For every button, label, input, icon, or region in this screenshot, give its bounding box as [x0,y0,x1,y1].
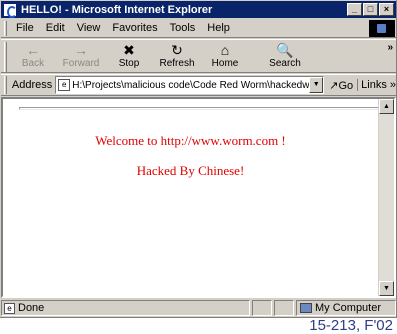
zone-pane: My Computer [296,300,396,316]
refresh-button[interactable]: ↻ Refresh [153,40,201,72]
address-dropdown-icon[interactable]: ▼ [309,77,324,93]
close-button[interactable]: × [379,3,394,16]
vertical-scrollbar[interactable]: ▲ ▼ [378,99,394,296]
search-button[interactable]: 🔍 Search [261,40,309,72]
forward-button[interactable]: → Forward [57,40,105,72]
home-icon: ⌂ [220,42,230,58]
menubar-grip[interactable] [4,20,7,36]
status-cell-security [274,300,294,316]
page-icon: e [58,79,71,91]
menu-edit[interactable]: Edit [40,22,71,34]
forward-label: Forward [62,58,100,69]
minimize-button[interactable]: _ [347,3,362,16]
refresh-label: Refresh [159,58,195,69]
windows-logo-throbber-icon [369,19,395,37]
scroll-up-icon[interactable]: ▲ [379,99,394,114]
refresh-icon: ↻ [171,42,183,58]
search-icon: 🔍 [276,42,294,58]
home-label: Home [211,58,239,69]
maximize-button[interactable]: □ [363,3,378,16]
address-bar: Address e H:\Projects\malicious code\Cod… [1,74,396,96]
scroll-down-icon[interactable]: ▼ [379,281,394,296]
title-bar[interactable]: HELLO! - Microsoft Internet Explorer _ □… [1,1,396,18]
address-input[interactable]: e H:\Projects\malicious code\Code Red Wo… [55,76,325,94]
back-button[interactable]: ← Back [9,40,57,72]
stop-label: Stop [118,58,140,69]
links-button[interactable]: Links » [357,79,396,91]
status-bar: e Done My Computer [1,299,396,317]
addressbar-grip[interactable] [4,76,7,94]
status-text: Done [18,302,45,314]
window-controls: _ □ × [347,3,394,16]
status-pane: e Done [1,300,250,316]
toolbar-chevron-icon[interactable]: » [387,42,393,53]
menu-bar: File Edit View Favorites Tools Help [1,19,396,38]
home-button[interactable]: ⌂ Home [201,40,249,72]
menu-file[interactable]: File [10,22,40,34]
forward-arrow-icon: → [74,42,88,58]
internet-explorer-icon [3,2,17,18]
menu-help[interactable]: Help [201,22,236,34]
toolbar-grip[interactable] [4,42,7,72]
page-done-icon: e [4,302,15,314]
window-title: HELLO! - Microsoft Internet Explorer [21,3,213,16]
back-label: Back [21,58,45,69]
go-label: Go [338,79,354,92]
back-arrow-icon: ← [26,42,40,58]
slide-footer: 15-213, F'02 [309,317,393,334]
menu-tools[interactable]: Tools [164,22,202,34]
standard-toolbar: ← Back → Forward ✖ Stop ↻ Refresh ⌂ Home… [1,39,396,73]
zone-text: My Computer [315,302,382,314]
hacked-message: Hacked By Chinese! [136,163,245,178]
browser-window: HELLO! - Microsoft Internet Explorer _ □… [0,0,397,318]
horizontal-rule [19,107,379,110]
stop-button[interactable]: ✖ Stop [105,40,153,72]
web-page: Welcome to http://www.worm.com ! Hacked … [3,99,379,296]
address-text[interactable]: H:\Projects\malicious code\Code Red Worm… [72,80,309,91]
stop-icon: ✖ [123,42,135,58]
search-label: Search [269,58,301,69]
status-cell-progress [252,300,272,316]
computer-icon [300,303,312,313]
address-label: Address [11,79,53,91]
go-button[interactable]: ↗Go [327,79,355,92]
menu-view[interactable]: View [71,22,107,34]
welcome-message: Welcome to http://www.worm.com ! [95,133,286,148]
menu-favorites[interactable]: Favorites [106,22,163,34]
content-frame: Welcome to http://www.worm.com ! Hacked … [1,97,396,298]
